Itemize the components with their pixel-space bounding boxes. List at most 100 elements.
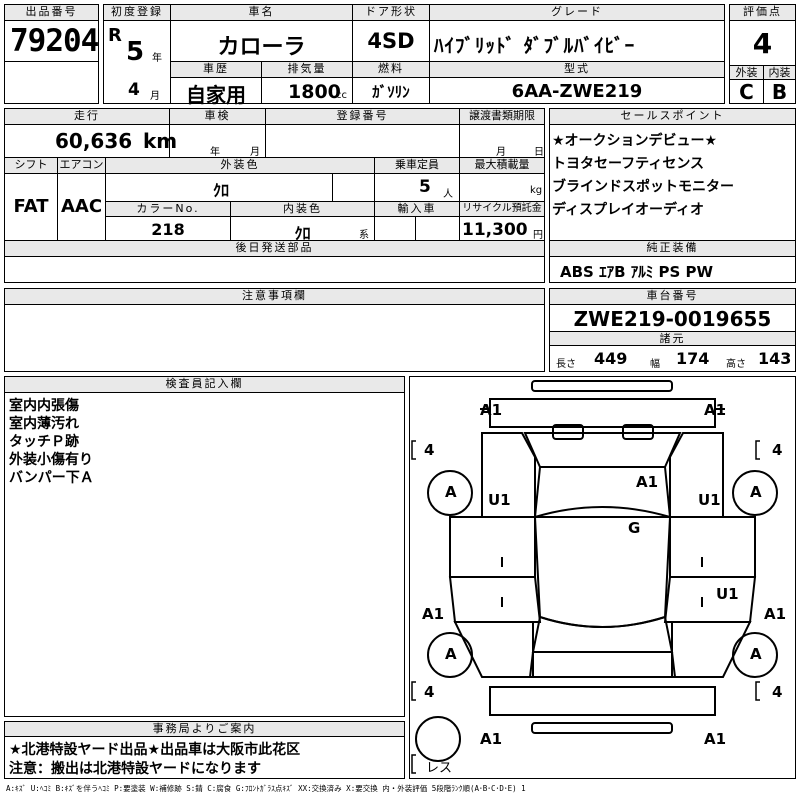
lot-number: 79204 bbox=[10, 23, 99, 59]
dims-label: 諸元 bbox=[550, 331, 795, 346]
transfer-doc-cell: 譲渡書類期限 月 日 bbox=[459, 108, 545, 158]
load-cell: 最大積載量 kg bbox=[459, 157, 545, 202]
later-parts-label: 後日発送部品 bbox=[5, 241, 544, 257]
interior-color-label: 内装色 bbox=[231, 202, 374, 217]
registration-month: 4 bbox=[128, 80, 140, 100]
transfer-day-unit: 日 bbox=[534, 147, 544, 158]
sales-point: ディスプレイオーディオ bbox=[552, 202, 705, 218]
interior-grade-cell: 内装 B bbox=[763, 65, 796, 104]
exterior-grade-cell: 外装 C bbox=[729, 65, 764, 104]
capacity-cell: 乗車定員 5 人 bbox=[374, 157, 460, 202]
recycle-unit: 円 bbox=[533, 230, 543, 241]
ac-cell: エアコン AAC bbox=[57, 157, 106, 241]
shift: FAT bbox=[13, 196, 49, 217]
mileage-cell: 走行 60,636 km bbox=[4, 108, 177, 158]
car-name: カローラ bbox=[217, 35, 306, 60]
year-unit: 年 bbox=[152, 53, 162, 64]
car-outline bbox=[415, 380, 778, 762]
model-cell: 型式 6AA-ZWE219 bbox=[429, 61, 725, 104]
mark-hood: A1 bbox=[636, 473, 659, 491]
wheel-mark-rr: A bbox=[750, 645, 762, 663]
office-panel: 事務局よりご案内 ★北港特設ヤード出品★出品車は大阪市此花区 注意：搬出は北港特… bbox=[4, 721, 405, 779]
mileage-label: 走行 bbox=[5, 109, 169, 125]
score-cell: 評価点 4 bbox=[729, 4, 796, 66]
door-cell: ドア形状 4SD bbox=[352, 4, 430, 62]
history-label: 車歴 bbox=[171, 62, 261, 78]
notes-label: 注意事項欄 bbox=[5, 289, 544, 305]
displacement-unit: cc bbox=[336, 90, 347, 101]
chassis-number: ZWE219-0019655 bbox=[573, 307, 772, 331]
mark-rear-right: A1 bbox=[764, 605, 787, 623]
car-diagram bbox=[411, 380, 778, 774]
displacement-label: 排気量 bbox=[262, 62, 352, 78]
inspector-line: バンパー下Ａ bbox=[9, 470, 94, 486]
width-label: 幅 bbox=[650, 359, 660, 370]
inspector-line: 外装小傷有り bbox=[9, 452, 93, 468]
first-registration-cell: 初度登録 R 5 年 4 月 bbox=[103, 4, 171, 104]
capacity: 5 bbox=[419, 177, 431, 197]
recycle-cell: リサイクル預託金 11,300 円 bbox=[459, 201, 545, 241]
wheel-mark-rl: A bbox=[445, 645, 457, 663]
reg-number-label: 登録番号 bbox=[266, 109, 459, 125]
mark-back-left: A1 bbox=[480, 730, 503, 748]
sales-points-label: セールスポイント bbox=[550, 109, 795, 125]
chassis-label: 車台番号 bbox=[550, 289, 795, 305]
wheel-mark-fr: A bbox=[750, 483, 762, 501]
mark-back-right: A1 bbox=[704, 730, 727, 748]
score-label: 評価点 bbox=[730, 5, 795, 21]
exterior-grade: C bbox=[739, 80, 754, 104]
mark-rear-left: A1 bbox=[422, 605, 445, 623]
tire-fl: 4 bbox=[424, 441, 435, 459]
height: 143 bbox=[758, 349, 792, 368]
lot-number-cell: 出品番号 79204 bbox=[4, 4, 99, 62]
import-cell: 輸入車 bbox=[374, 201, 460, 241]
grade-label: グレード bbox=[430, 5, 724, 21]
color-label: 外装色 bbox=[106, 158, 374, 174]
lot-number-label: 出品番号 bbox=[5, 5, 98, 21]
door-type: 4SD bbox=[367, 29, 415, 53]
inspector-line: 室内内張傷 bbox=[9, 398, 79, 414]
inspection-cell: 車検 年 月 bbox=[169, 108, 266, 158]
tire-rr: 4 bbox=[772, 683, 783, 701]
inspector-line: タッチＰ跡 bbox=[9, 434, 79, 450]
first-registration-label: 初度登録 bbox=[104, 5, 170, 21]
equipment-panel: 純正装備 ABS ｴｱB ｱﾙﾐ PS PW bbox=[549, 240, 796, 283]
door-label: ドア形状 bbox=[353, 5, 429, 21]
displacement: 1800 bbox=[288, 81, 341, 103]
office-label: 事務局よりご案内 bbox=[5, 722, 404, 737]
length: 449 bbox=[594, 349, 628, 368]
ac-label: エアコン bbox=[58, 158, 105, 174]
load-unit: kg bbox=[530, 185, 543, 196]
notes-panel: 注意事項欄 bbox=[4, 288, 545, 372]
equipment-label: 純正装備 bbox=[550, 241, 795, 257]
lot-number-spacer bbox=[4, 61, 99, 104]
tire-fr: 4 bbox=[772, 441, 783, 459]
sales-point: トヨタセーフティセンス bbox=[552, 156, 705, 172]
width: 174 bbox=[676, 349, 710, 368]
grade-cell: グレード ﾊｲﾌﾞﾘｯﾄﾞ ﾀﾞﾌﾞﾙﾊﾞｲﾋﾞｰ bbox=[429, 4, 725, 62]
month-unit: 月 bbox=[150, 91, 160, 102]
transfer-month-unit: 月 bbox=[496, 147, 506, 158]
height-label: 高さ bbox=[726, 359, 746, 370]
grade: ﾊｲﾌﾞﾘｯﾄﾞ ﾀﾞﾌﾞﾙﾊﾞｲﾋﾞｰ bbox=[434, 35, 636, 57]
wheel-mark-fl: A bbox=[445, 483, 457, 501]
inspector-line: 室内薄汚れ bbox=[9, 416, 79, 432]
sales-point: ブラインドスポットモニター bbox=[552, 179, 734, 195]
mileage: 60,636 bbox=[55, 129, 133, 153]
model: 6AA-ZWE219 bbox=[511, 81, 643, 102]
color-cell: 外装色 ｸﾛ bbox=[105, 157, 375, 202]
reg-number-cell: 登録番号 bbox=[265, 108, 460, 158]
info-table: 走行 60,636 km 車検 年 月 登録番号 譲渡書類期限 月 日 シフト … bbox=[4, 108, 545, 283]
inspection-year-unit: 年 bbox=[210, 147, 220, 158]
capacity-unit: 人 bbox=[443, 189, 453, 200]
inspection-label: 車検 bbox=[170, 109, 265, 125]
fuel: ｶﾞｿﾘﾝ bbox=[372, 83, 410, 101]
mark-door-fl: U1 bbox=[488, 491, 511, 509]
interior-grade: B bbox=[771, 80, 788, 104]
length-label: 長さ bbox=[556, 359, 576, 370]
equipment: ABS ｴｱB ｱﾙﾐ PS PW bbox=[560, 263, 714, 281]
capacity-label: 乗車定員 bbox=[375, 158, 459, 174]
office-line: 注意：搬出は北港特設ヤードになります bbox=[9, 761, 261, 777]
tire-rl: 4 bbox=[424, 683, 435, 701]
car-diagram-panel: A1 A1 A1 U1 U1 G U1 A1 A1 A1 A1 A A A A … bbox=[409, 376, 796, 779]
